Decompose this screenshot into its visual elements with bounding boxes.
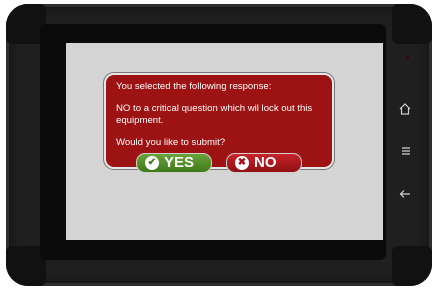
yes-button[interactable]: ✔ YES (136, 153, 212, 173)
app-screen: You selected the following response: NO … (66, 43, 383, 240)
dialog-line-2: NO to a critical question which wil lock… (116, 103, 313, 126)
menu-icon[interactable] (398, 146, 414, 159)
status-led (406, 56, 409, 59)
dialog-line-3: Would you like to submit? (116, 137, 226, 148)
yes-label: YES (164, 154, 195, 171)
no-button[interactable]: ✖ NO (226, 153, 302, 173)
corner-bumper (392, 246, 432, 286)
check-circle-icon: ✔ (145, 156, 159, 170)
back-icon[interactable] (397, 189, 413, 202)
no-label: NO (254, 154, 277, 171)
x-circle-icon: ✖ (235, 156, 249, 170)
dialog-line-1: You selected the following response: (116, 81, 272, 92)
home-icon[interactable] (397, 103, 413, 118)
corner-bumper (392, 4, 432, 44)
